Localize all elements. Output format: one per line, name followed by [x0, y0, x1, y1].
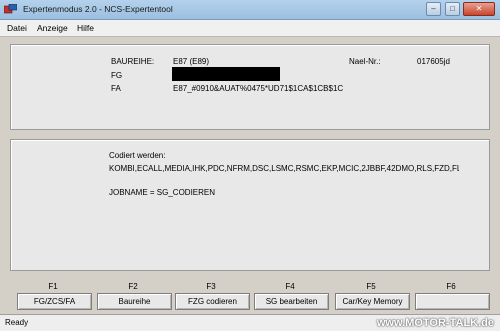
f6-key-label: F6	[446, 282, 456, 291]
f6-button[interactable]	[415, 293, 490, 310]
maximize-icon: □	[450, 4, 455, 13]
coding-panel: Codiert werden: KOMBI,ECALL,MEDIA,IHK,PD…	[10, 139, 490, 271]
f1-key-label: F1	[48, 282, 58, 291]
window-title: Expertenmodus 2.0 - NCS-Expertentool	[23, 4, 173, 14]
f4-key-label: F4	[285, 282, 295, 291]
app-icon	[4, 4, 17, 14]
vehicle-info-panel: BAUREIHE: E87 (E89) Nael-Nr.: 017605jd F…	[10, 44, 490, 130]
nael-label: Nael-Nr.:	[349, 57, 381, 66]
baureihe-label: BAUREIHE:	[111, 57, 155, 66]
menu-datei[interactable]: Datei	[7, 23, 27, 33]
car-key-memory-button[interactable]: Car/Key Memory	[335, 293, 410, 310]
fg-zcs-fa-button[interactable]: FG/ZCS/FA	[17, 293, 92, 310]
minimize-button[interactable]: –	[426, 2, 441, 16]
modules-list: KOMBI,ECALL,MEDIA,IHK,PDC,NFRM,DSC,LSMC,…	[109, 164, 459, 173]
fg-label: FG	[111, 71, 123, 80]
status-bar: Ready www.MOTOR-TALK.de	[0, 314, 500, 331]
watermark: www.MOTOR-TALK.de	[376, 317, 494, 329]
f5-key-label: F5	[366, 282, 376, 291]
maximize-button[interactable]: □	[445, 2, 460, 16]
fzg-codieren-button[interactable]: FZG codieren	[175, 293, 250, 310]
menu-hilfe[interactable]: Hilfe	[77, 23, 94, 33]
fa-label: FA	[111, 84, 121, 93]
baureihe-button[interactable]: Baureihe	[97, 293, 172, 310]
fg-redaction	[172, 67, 280, 81]
codiert-label: Codiert werden:	[109, 151, 166, 160]
status-text: Ready	[5, 318, 29, 327]
menu-bar: Datei Anzeige Hilfe	[0, 20, 500, 37]
close-icon: ✕	[475, 4, 483, 13]
f2-key-label: F2	[128, 282, 138, 291]
menu-anzeige[interactable]: Anzeige	[37, 23, 68, 33]
minimize-icon: –	[431, 4, 436, 13]
nael-value: 017605jd	[417, 57, 450, 66]
f3-key-label: F3	[206, 282, 216, 291]
sg-bearbeiten-button[interactable]: SG bearbeiten	[254, 293, 329, 310]
fa-value: E87_#0910&AUAT%0475*UD71$1CA$1CB$1CC	[173, 84, 343, 93]
baureihe-value: E87 (E89)	[173, 57, 210, 66]
close-button[interactable]: ✕	[463, 2, 495, 16]
title-bar[interactable]: Expertenmodus 2.0 - NCS-Expertentool – □…	[0, 0, 500, 20]
jobname-text: JOBNAME = SG_CODIEREN	[109, 188, 216, 197]
